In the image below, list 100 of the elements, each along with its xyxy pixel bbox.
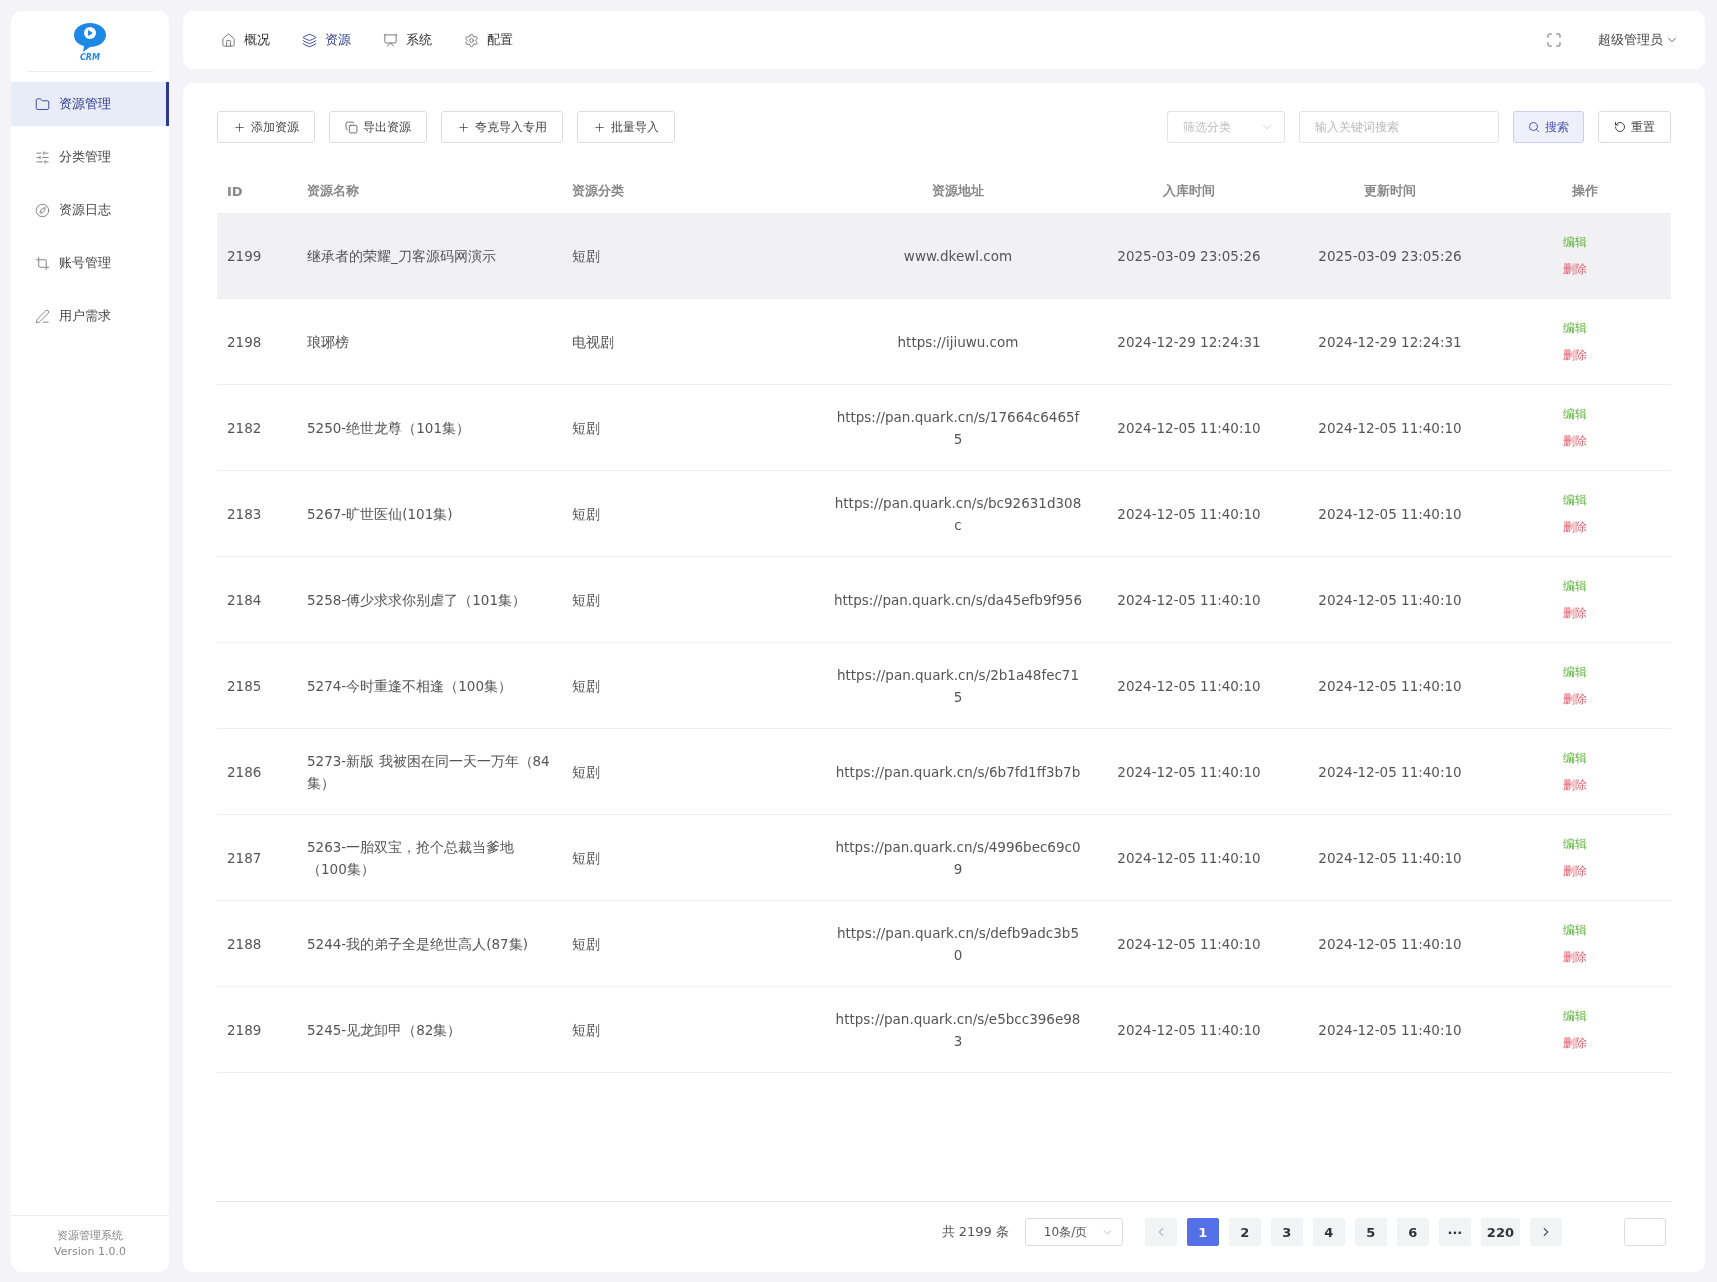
url-cell-text: https://pan.quark.cn/s/17664c6465f5 [835, 407, 1081, 449]
url-cell-text: www.dkewl.com [903, 246, 1013, 266]
category-cell-text: 短剧 [572, 934, 600, 954]
delete-link[interactable]: 删除 [1562, 948, 1587, 966]
name-cell-text: 5244-我的弟子全是绝世高人(87集) [307, 934, 528, 954]
system-name: 资源管理系统 [56, 1228, 124, 1244]
delete-link[interactable]: 删除 [1562, 1034, 1587, 1052]
crop-icon [35, 255, 50, 271]
delete-link[interactable]: 删除 [1562, 346, 1587, 364]
search-field[interactable]: 输入关键词搜索 [1299, 111, 1499, 143]
page-button[interactable]: 1 [1186, 1218, 1219, 1246]
sidebar-item-label: 账号管理 [59, 254, 111, 272]
delete-link[interactable]: 删除 [1562, 432, 1587, 450]
updated-time-cell-text: 2024-12-05 11:40:10 [1318, 762, 1462, 782]
url-cell-text: https://pan.quark.cn/s/da45efb9f956 [834, 590, 1082, 610]
toolbar-button[interactable]: 夸克导入专用 [441, 111, 563, 143]
url-cell-text: https://pan.quark.cn/s/4996bec69c09 [834, 837, 1082, 879]
logo-text: CRM [80, 52, 100, 62]
name-cell-text: 5245-见龙卸甲（82集） [307, 1020, 462, 1040]
prev-page-button[interactable] [1144, 1218, 1177, 1246]
toolbar-button[interactable]: 批量导入 [577, 111, 675, 143]
name-cell-text: 琅琊榜 [307, 332, 349, 352]
page-jump-field[interactable] [1624, 1218, 1666, 1246]
column-header: 更新时间 [1363, 182, 1417, 200]
name-cell-text: 继承者的荣耀_刀客源码网演示 [307, 246, 496, 266]
created-time-cell-text: 2024-12-05 11:40:10 [1117, 418, 1261, 438]
updated-time-cell-text: 2024-12-05 11:40:10 [1318, 848, 1462, 868]
id-cell-text: 2199 [227, 246, 262, 266]
delete-link[interactable]: 删除 [1562, 862, 1587, 880]
id-cell-text: 2187 [227, 848, 262, 868]
created-time-cell-text: 2024-12-05 11:40:10 [1117, 848, 1261, 868]
created-time-cell-text: 2024-12-29 12:24:31 [1117, 332, 1261, 352]
url-cell-text: https://pan.quark.cn/s/bc92631d308c [834, 493, 1082, 535]
pen-icon [35, 308, 50, 324]
sidebar-item-label: 资源日志 [59, 201, 111, 219]
page-button[interactable]: 5 [1354, 1218, 1387, 1246]
delete-link[interactable]: 删除 [1562, 776, 1587, 794]
nav-tab-label: 配置 [487, 31, 513, 49]
toolbar-button[interactable]: 添加资源 [217, 111, 315, 143]
nav-tab[interactable]: 系统 [383, 31, 432, 49]
created-time-cell-text: 2024-12-05 11:40:10 [1117, 504, 1261, 524]
sidebar-item[interactable]: 分类管理 [11, 135, 169, 179]
url-cell-text: https://pan.quark.cn/s/defb9adc3b50 [835, 923, 1080, 965]
sidebar-item[interactable]: 账号管理 [11, 241, 169, 285]
page-button[interactable]: 6 [1396, 1218, 1429, 1246]
crm-logo [71, 20, 109, 53]
nav-tab[interactable]: 资源 [302, 31, 351, 49]
next-page-button[interactable] [1530, 1218, 1562, 1246]
copy-icon [345, 120, 358, 134]
page-button[interactable]: 220 [1480, 1218, 1520, 1246]
category-cell-text: 短剧 [572, 848, 600, 868]
sliders-icon [35, 149, 50, 165]
column-header: ID [226, 182, 244, 201]
category-cell-text: 短剧 [572, 1020, 600, 1040]
page-button[interactable]: 4 [1312, 1218, 1345, 1246]
created-time-cell-text: 2025-03-09 23:05:26 [1117, 246, 1261, 266]
updated-time-cell-text: 2024-12-05 11:40:10 [1318, 934, 1462, 954]
settings-icon [464, 32, 479, 48]
compass-icon [35, 202, 50, 218]
url-cell-text: https://ijiuwu.com [897, 332, 1019, 352]
name-cell-text: 5258-傅少求求你别虐了（101集） [307, 590, 526, 610]
fullscreen-icon[interactable] [1546, 32, 1562, 48]
sidebar-item[interactable]: 资源管理 [11, 82, 169, 126]
column-header: 入库时间 [1162, 182, 1216, 200]
toolbar-button[interactable]: 导出资源 [329, 111, 427, 143]
sidebar-item-label: 分类管理 [59, 148, 111, 166]
sidebar-item[interactable]: 资源日志 [11, 188, 169, 232]
delete-link[interactable]: 删除 [1562, 690, 1587, 708]
name-cell-text: 5250-绝世龙尊（101集） [307, 418, 470, 438]
search-button[interactable]: 搜索 [1513, 111, 1584, 143]
updated-time-cell-text: 2024-12-29 12:24:31 [1318, 332, 1462, 352]
delete-link[interactable]: 删除 [1562, 604, 1587, 622]
updated-time-cell-text: 2024-12-05 11:40:10 [1318, 504, 1462, 524]
search-icon [1528, 121, 1540, 133]
page-button[interactable]: 3 [1270, 1218, 1303, 1246]
category-cell-text: 短剧 [572, 590, 600, 610]
column-header: 资源地址 [931, 182, 985, 200]
page-size-select[interactable]: 10条/页 [1024, 1218, 1123, 1246]
name-cell-text: 5274-今时重逢不相逢（100集） [307, 676, 512, 696]
category-cell-text: 短剧 [572, 418, 600, 438]
user-menu[interactable]: 超级管理员 [1598, 31, 1679, 49]
nav-tab[interactable]: 概况 [221, 31, 270, 49]
id-cell-text: 2185 [227, 676, 262, 696]
url-cell-text: https://pan.quark.cn/s/2b1a48fec715 [835, 665, 1081, 707]
nav-tab-label: 系统 [406, 31, 432, 49]
nav-tab[interactable]: 配置 [464, 31, 513, 49]
sidebar-item[interactable]: 用户需求 [11, 294, 169, 338]
sidebar-item-label: 资源管理 [59, 95, 111, 113]
monitor-icon [383, 32, 398, 48]
id-cell-text: 2183 [227, 504, 262, 524]
id-cell-text: 2198 [227, 332, 262, 352]
reset-button[interactable]: 重置 [1598, 111, 1671, 143]
created-time-cell-text: 2024-12-05 11:40:10 [1117, 934, 1261, 954]
delete-link[interactable]: 删除 [1562, 518, 1587, 536]
name-cell-text: 5273-新版 我被困在同一天一万年（84集） [307, 751, 551, 793]
created-time-cell-text: 2024-12-05 11:40:10 [1117, 676, 1261, 696]
page-button[interactable]: ··· [1438, 1218, 1471, 1246]
page-button[interactable]: 2 [1228, 1218, 1261, 1246]
id-cell-text: 2188 [227, 934, 262, 954]
layers-icon [302, 32, 317, 48]
